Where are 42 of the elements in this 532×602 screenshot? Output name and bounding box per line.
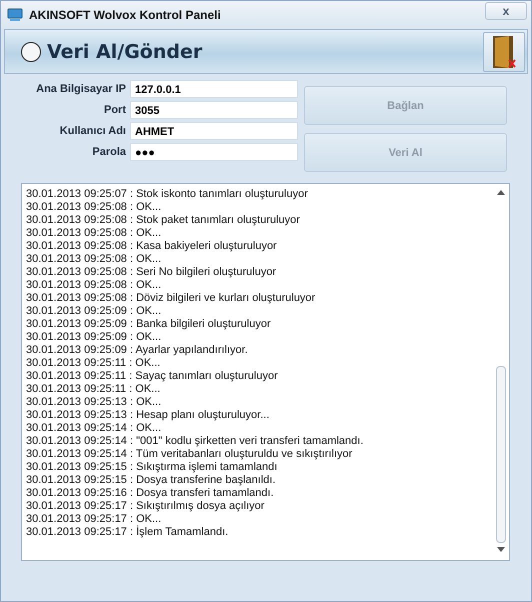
log-line: 30.01.2013 09:25:08 : Stok paket tanımları oluşturuluyor bbox=[26, 214, 301, 227]
log-line: 30.01.2013 09:25:08 : Döviz bilgileri ve kurları oluşturuluyor bbox=[26, 292, 316, 305]
log-line: 30.01.2013 09:25:15 : Dosya transferine başlanıldı. bbox=[26, 474, 277, 487]
log-line: 30.01.2013 09:25:09 : OK... bbox=[26, 305, 162, 318]
log-line: 30.01.2013 09:25:14 : OK... bbox=[26, 422, 162, 435]
circle-icon bbox=[21, 42, 41, 62]
log-line: 30.01.2013 09:25:11 : OK... bbox=[26, 357, 162, 370]
log-line: 30.01.2013 09:25:13 : OK... bbox=[26, 396, 162, 409]
log-line: 30.01.2013 09:25:09 : OK... bbox=[26, 331, 162, 344]
field-label: Port bbox=[103, 104, 126, 116]
log-line: 30.01.2013 09:25:11 : OK... bbox=[26, 383, 162, 396]
app-icon bbox=[7, 6, 23, 22]
log-line: 30.01.2013 09:25:08 : Seri No bilgileri oluşturuluyor bbox=[26, 266, 278, 279]
close-button[interactable]: x bbox=[485, 2, 527, 20]
log-line: 30.01.2013 09:25:13 : Hesap planı oluşturuluyor... bbox=[26, 409, 270, 422]
input-field[interactable]: 127.0.0.1 bbox=[130, 80, 298, 98]
field-label: Ana Bilgisayar IP bbox=[35, 83, 126, 95]
door-icon bbox=[491, 34, 517, 70]
window-title: AKINSOFT Wolvox Kontrol Paneli bbox=[29, 8, 222, 22]
log-line: 30.01.2013 09:25:09 : Ayarlar yapılandırılıyor. bbox=[26, 344, 249, 357]
field-label: Parola bbox=[91, 146, 126, 158]
input-field[interactable]: AHMET bbox=[130, 122, 298, 140]
log-line: 30.01.2013 09:25:08 : OK... bbox=[26, 201, 162, 214]
log-line: 30.01.2013 09:25:14 : Tüm veritabanları oluşturuldu ve sıkıştırılıyor bbox=[26, 448, 354, 461]
log-line: 30.01.2013 09:25:08 : OK... bbox=[26, 279, 162, 292]
field-label: Kullanıcı Adı bbox=[58, 125, 126, 137]
header-title: Veri Al/Gönder bbox=[47, 40, 204, 62]
log-line: 30.01.2013 09:25:17 : OK... bbox=[26, 513, 162, 526]
log-line: 30.01.2013 09:25:08 : Kasa bakiyeleri oluşturuluyor bbox=[26, 240, 278, 253]
log-line: 30.01.2013 09:25:11 : Sayaç tanımları oluşturuluyor bbox=[26, 370, 279, 383]
log-line: 30.01.2013 09:25:17 : İşlem Tamamlandı. bbox=[26, 526, 230, 539]
input-field[interactable]: 3055 bbox=[130, 101, 298, 119]
log-line: 30.01.2013 09:25:14 : "001" kodlu şirketten veri transferi tamamlandı. bbox=[26, 435, 364, 448]
log-line: 30.01.2013 09:25:07 : Stok iskonto tanımları oluşturuluyor bbox=[26, 188, 309, 201]
log-line: 30.01.2013 09:25:08 : OK... bbox=[26, 227, 162, 240]
log-line: 30.01.2013 09:25:09 : Banka bilgileri oluşturuluyor bbox=[26, 318, 272, 331]
log-line: 30.01.2013 09:25:08 : OK... bbox=[26, 253, 162, 266]
log-line: 30.01.2013 09:25:17 : Sıkıştırılmış dosya açılıyor bbox=[26, 500, 266, 513]
log-line: 30.01.2013 09:25:16 : Dosya transferi tamamlandı. bbox=[26, 487, 275, 500]
exit-button[interactable] bbox=[483, 32, 525, 72]
log-line: 30.01.2013 09:25:15 : Sıkıştırma işlemi tamamlandı bbox=[26, 461, 278, 474]
input-field[interactable]: ●●● bbox=[130, 143, 298, 161]
